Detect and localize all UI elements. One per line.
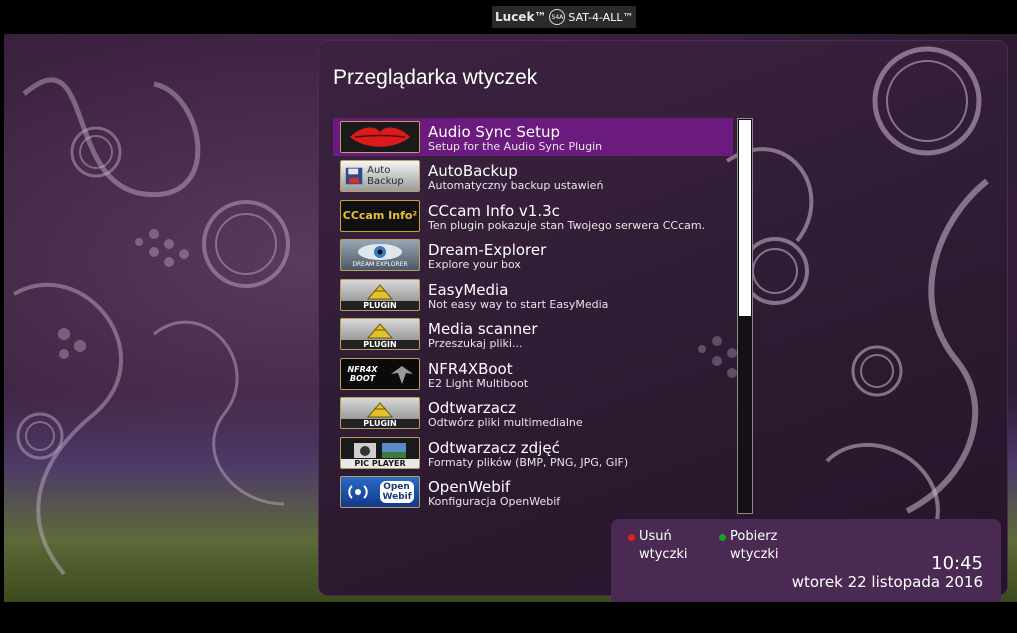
lips-icon xyxy=(340,121,420,153)
footer-bar: Usuń wtyczki Pobierz wtyczki 10:45 wtore… xyxy=(611,519,1001,602)
scrollbar-thumb[interactable] xyxy=(739,120,751,316)
channel-name: SAT-4-ALL™ xyxy=(568,10,634,24)
red-button-icon xyxy=(628,534,635,541)
plugin-description: Not easy way to start EasyMedia xyxy=(428,298,609,311)
plugin-item-cccam-info[interactable]: CCcam Info² CCcam Info v1.3c Ten plugin … xyxy=(333,197,733,235)
sat-logo-icon: S4A xyxy=(549,9,566,25)
green-key-label-line1: Pobierz xyxy=(730,529,778,544)
green-key-label-line2: wtyczki xyxy=(730,547,779,562)
clock-date: wtorek 22 listopada 2016 xyxy=(791,573,983,591)
plugin-name: AutoBackup xyxy=(428,162,518,180)
eagle-icon xyxy=(390,366,413,384)
plugin-name: Audio Sync Setup xyxy=(428,123,560,141)
plugin-item-easymedia[interactable]: PLUGIN EasyMedia Not easy way to start E… xyxy=(333,276,733,314)
plugin-list[interactable]: Audio Sync Setup Setup for the Audio Syn… xyxy=(333,118,733,512)
picplayer-icon: PIC PLAYER xyxy=(340,437,420,469)
eye-icon: DREAM EXPLORER xyxy=(340,239,420,271)
plugin-name: CCcam Info v1.3c xyxy=(428,202,560,220)
wifi-icon xyxy=(347,485,368,499)
red-key-remove-plugins[interactable]: Usuń wtyczki xyxy=(628,528,688,564)
plugin-description: Automatyczny backup ustawień xyxy=(428,179,604,192)
plugin-icon: PLUGIN xyxy=(340,397,420,429)
plugin-description: E2 Light Multiboot xyxy=(428,377,529,390)
plugin-name: Media scanner xyxy=(428,320,538,338)
plugin-item-nfr4xboot[interactable]: NFR4X BOOT NFR4XBoot E2 Light Multiboot xyxy=(333,355,733,393)
top-bar: Lucek™ S4A SAT-4-ALL™ xyxy=(0,0,1017,34)
openwebif-icon: Open Webif xyxy=(340,476,420,508)
plugin-description: Konfiguracja OpenWebif xyxy=(428,495,561,508)
plugin-description: Formaty plików (BMP, PNG, JPG, GIF) xyxy=(428,456,629,469)
plugin-description: Explore your box xyxy=(428,258,521,271)
green-key-download-plugins[interactable]: Pobierz wtyczki xyxy=(719,528,779,564)
clock-time: 10:45 xyxy=(931,553,983,574)
plugin-item-dream-explorer[interactable]: DREAM EXPLORER Dream-Explorer Explore yo… xyxy=(333,236,733,274)
list-scrollbar[interactable] xyxy=(737,118,753,514)
plugin-description: Przeszukaj pliki... xyxy=(428,337,523,350)
brand-label: Lucek™ xyxy=(495,10,547,24)
plugin-name: NFR4XBoot xyxy=(428,360,513,378)
autobackup-icon: Auto Backup xyxy=(340,160,420,192)
page-title: Przeglądarka wtyczek xyxy=(333,66,538,89)
plugin-icon: PLUGIN xyxy=(340,318,420,350)
plugin-name: OpenWebif xyxy=(428,478,511,496)
plugin-description: Ten plugin pokazuje stan Twojego serwera… xyxy=(428,219,706,232)
plugin-item-openwebif[interactable]: Open Webif OpenWebif Konfiguracja OpenWe… xyxy=(333,473,733,511)
channel-badge: Lucek™ S4A SAT-4-ALL™ xyxy=(492,6,637,28)
red-key-label-line1: Usuń xyxy=(639,529,672,544)
plugin-item-audio-sync-setup[interactable]: Audio Sync Setup Setup for the Audio Syn… xyxy=(333,118,733,156)
plugin-item-media-scanner[interactable]: PLUGIN Media scanner Przeszukaj pliki... xyxy=(333,315,733,353)
plugin-name: Dream-Explorer xyxy=(428,241,547,259)
plugin-name: Odtwarzacz zdjęć xyxy=(428,439,560,457)
green-button-icon xyxy=(719,534,726,541)
plugin-name: EasyMedia xyxy=(428,281,509,299)
plugin-name: Odtwarzacz xyxy=(428,399,517,417)
plugin-item-odtwarzacz-zdjec[interactable]: PIC PLAYER Odtwarzacz zdjęć Formaty plik… xyxy=(333,434,733,472)
red-key-label-line2: wtyczki xyxy=(639,547,688,562)
plugin-item-autobackup[interactable]: Auto Backup AutoBackup Automatyczny back… xyxy=(333,157,733,195)
plugin-item-odtwarzacz[interactable]: PLUGIN Odtwarzacz Odtwórz pliki multimed… xyxy=(333,394,733,432)
plugin-description: Odtwórz pliki multimedialne xyxy=(428,416,583,429)
floppy-icon xyxy=(345,167,363,185)
nfr4xboot-icon: NFR4X BOOT xyxy=(340,358,420,390)
plugin-icon: PLUGIN xyxy=(340,279,420,311)
plugin-description: Setup for the Audio Sync Plugin xyxy=(428,140,603,153)
cccam-icon: CCcam Info² xyxy=(340,200,420,232)
